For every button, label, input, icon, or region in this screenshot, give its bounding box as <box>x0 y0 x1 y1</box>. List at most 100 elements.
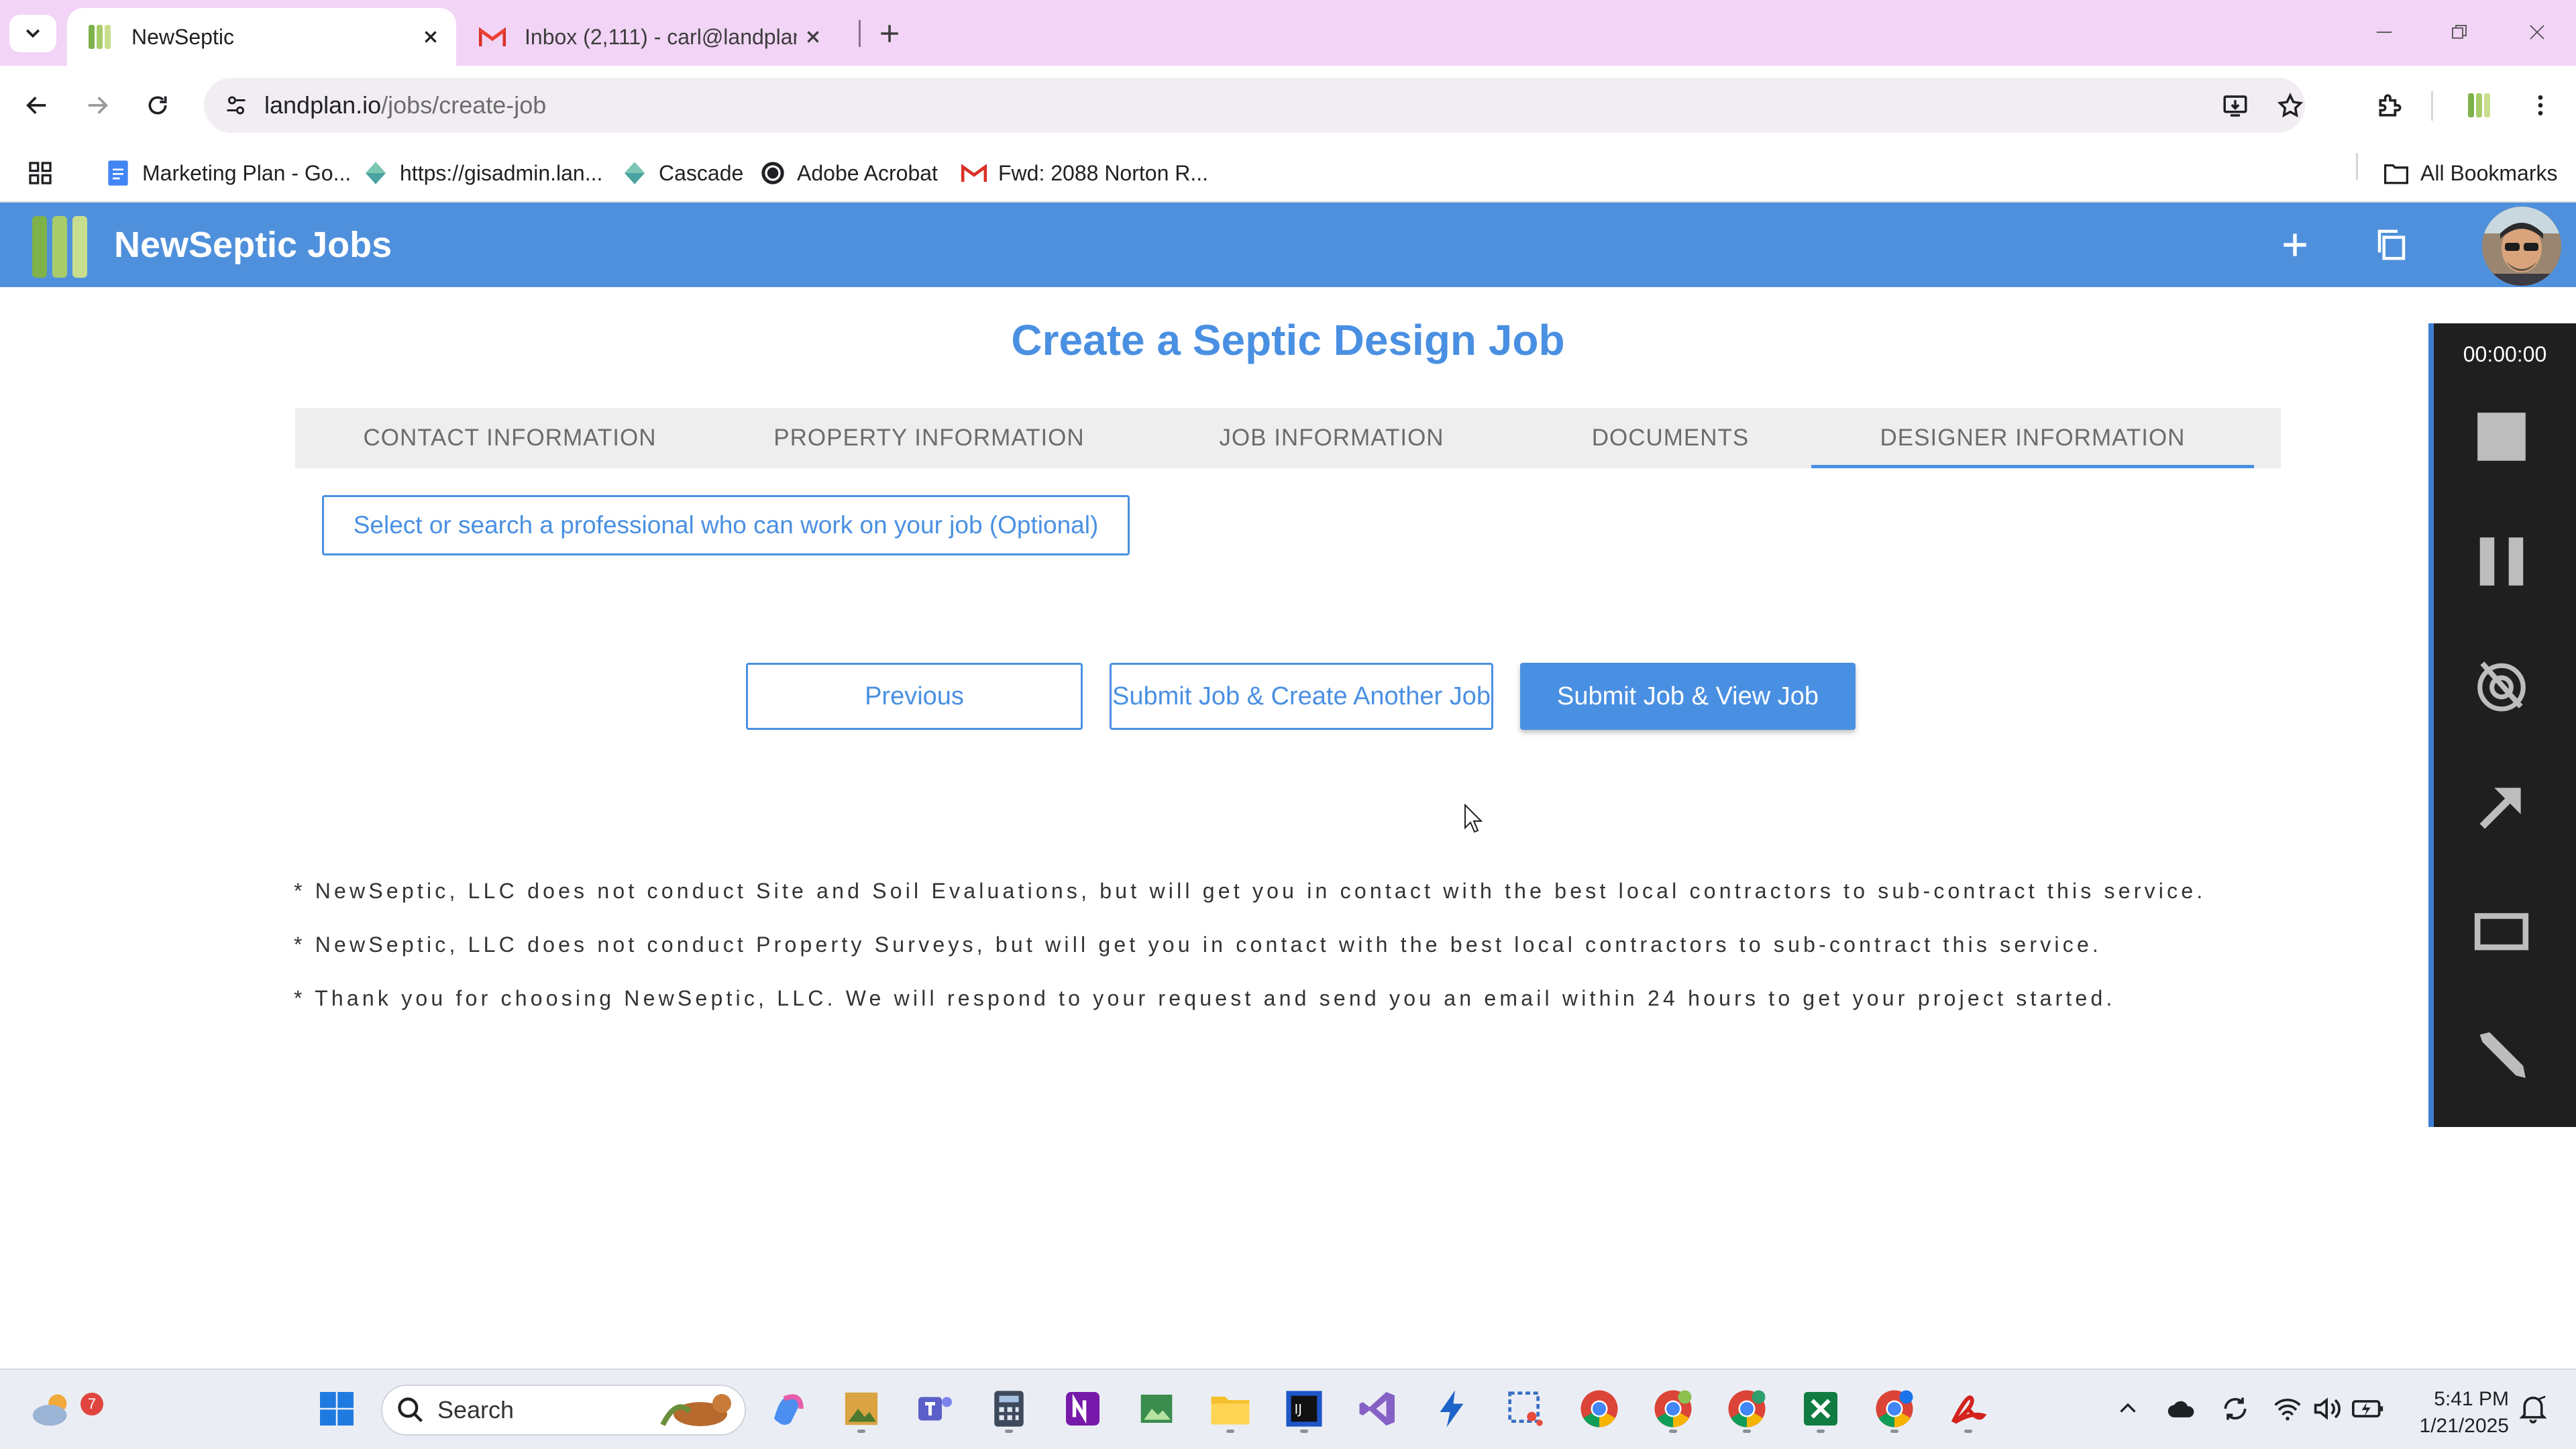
restore-button[interactable] <box>2439 15 2479 50</box>
toggle-camera-button[interactable] <box>2465 648 2538 722</box>
bookmark-label: Fwd: 2088 Norton R... <box>998 160 1209 185</box>
weather-badge: 7 <box>80 1393 103 1415</box>
wifi-tray[interactable] <box>2270 1391 2305 1426</box>
photos-icon <box>1140 1395 1173 1423</box>
rectangle-icon <box>2474 913 2529 951</box>
close-tab-icon[interactable] <box>415 21 447 53</box>
apps-button[interactable] <box>27 154 54 192</box>
close-window-button[interactable] <box>2517 15 2557 50</box>
pen-tool-button[interactable] <box>2465 1017 2538 1091</box>
extensions-button[interactable] <box>2367 82 2414 129</box>
tab-documents[interactable]: DOCUMENTS <box>1529 408 1811 468</box>
camera-off-icon <box>2477 661 2526 712</box>
running-indicator <box>1226 1430 1234 1433</box>
search-highlight-icon <box>660 1394 731 1426</box>
taskbar-chrome-profile-1[interactable] <box>1646 1382 1700 1436</box>
browser-tab-newseptic[interactable]: NewSeptic <box>67 8 456 66</box>
bookmark-adobe-acrobat[interactable]: Adobe Acrobat <box>759 154 938 192</box>
taskbar-onenote[interactable] <box>1056 1382 1110 1436</box>
taskbar-snipping-tool[interactable] <box>1499 1382 1552 1436</box>
notifications-button[interactable] <box>2516 1391 2551 1426</box>
chrome-icon <box>1654 1390 1692 1428</box>
start-button[interactable] <box>310 1382 364 1436</box>
install-app-icon[interactable] <box>2215 86 2255 126</box>
sync-tray[interactable] <box>2218 1391 2253 1426</box>
submit-view-job-button[interactable]: Submit Job & View Job <box>1520 663 1856 730</box>
bookmark-cascade[interactable]: Cascade <box>621 154 743 192</box>
back-button[interactable] <box>13 82 60 129</box>
taskbar-acrobat[interactable] <box>1941 1382 1995 1436</box>
bookmark-label: Cascade <box>659 160 744 185</box>
tab-job-information[interactable]: JOB INFORMATION <box>1134 408 1529 468</box>
minimize-button[interactable] <box>2364 15 2404 50</box>
note-thank-you: * Thank you for choosing NewSeptic, LLC.… <box>294 986 2116 1010</box>
professional-select[interactable]: Select or search a professional who can … <box>322 495 1130 555</box>
close-tab-icon[interactable] <box>797 21 829 53</box>
plus-icon <box>2284 233 2306 256</box>
tab-property-information[interactable]: PROPERTY INFORMATION <box>724 408 1134 468</box>
visual-studio-icon <box>1359 1392 1395 1426</box>
address-bar[interactable]: landplan.io/jobs/create-job <box>204 78 2305 133</box>
bookmark-star-icon[interactable] <box>2270 86 2310 126</box>
taskbar-teams[interactable] <box>908 1382 962 1436</box>
site-info-icon[interactable] <box>216 85 256 125</box>
bookmark-gisadmin[interactable]: https://gisadmin.lan... <box>362 154 602 192</box>
taskbar-chrome[interactable] <box>1572 1382 1626 1436</box>
forward-button[interactable] <box>74 82 121 129</box>
bookmark-fwd-norton[interactable]: Fwd: 2088 Norton R... <box>961 154 1208 192</box>
arrow-left-icon <box>26 97 46 114</box>
new-tab-button[interactable] <box>872 16 907 51</box>
taskbar-excel[interactable] <box>1794 1382 1847 1436</box>
taskbar-chrome-profile-2[interactable] <box>1720 1382 1774 1436</box>
page-title: Create a Septic Design Job <box>1011 316 1565 364</box>
user-avatar[interactable] <box>2482 207 2561 286</box>
add-job-button[interactable] <box>2271 221 2318 268</box>
previous-button[interactable]: Previous <box>746 663 1083 730</box>
screen-recorder-panel: 00:00:00 <box>2428 323 2576 1127</box>
stop-recording-button[interactable] <box>2465 400 2538 474</box>
all-bookmarks-button[interactable]: All Bookmarks <box>2383 154 2558 192</box>
taskbar-calculator[interactable] <box>982 1382 1036 1436</box>
taskbar-chrome-profile-3[interactable] <box>1868 1382 1921 1436</box>
browser-tab-inbox[interactable]: Inbox (2,111) - carl@landplan.io <box>463 8 839 66</box>
windows-taskbar: 7 Search IJ 5:41 PM 1/21/2025 <box>0 1368 2576 1449</box>
bookmark-marketing-plan[interactable]: Marketing Plan - Go... <box>105 154 351 192</box>
taskbar-visual-studio[interactable] <box>1351 1382 1405 1436</box>
taskbar-copilot[interactable] <box>761 1382 814 1436</box>
tab-designer-information[interactable]: DESIGNER INFORMATION <box>1811 408 2254 468</box>
reload-button[interactable] <box>134 82 181 129</box>
running-indicator <box>1300 1430 1308 1433</box>
taskbar-file-explorer[interactable] <box>1203 1382 1257 1436</box>
rectangle-tool-button[interactable] <box>2465 894 2538 967</box>
weather-widget[interactable]: 7 <box>25 1382 103 1436</box>
bookmark-label: Adobe Acrobat <box>797 160 938 185</box>
wifi-icon <box>2274 1398 2301 1421</box>
minimize-icon <box>2376 32 2392 33</box>
onedrive-tray[interactable] <box>2164 1391 2199 1426</box>
tab-contact-information[interactable]: CONTACT INFORMATION <box>295 408 724 468</box>
chrome-icon <box>1728 1390 1766 1428</box>
battery-tray[interactable] <box>2351 1391 2385 1426</box>
newseptic-extension-icon[interactable] <box>2455 82 2502 129</box>
arrow-tool-button[interactable] <box>2465 770 2538 844</box>
taskbar-power-automate[interactable] <box>1425 1382 1479 1436</box>
docs-icon <box>105 160 131 186</box>
volume-tray[interactable] <box>2310 1391 2345 1426</box>
plus-icon <box>881 25 898 42</box>
taskbar-intellij[interactable]: IJ <box>1277 1382 1331 1436</box>
taskbar-photos[interactable] <box>1130 1382 1183 1436</box>
system-clock[interactable]: 5:41 PM 1/21/2025 <box>2402 1386 2509 1440</box>
note-property-surveys: * NewSeptic, LLC does not conduct Proper… <box>294 932 2102 957</box>
submit-create-another-button[interactable]: Submit Job & Create Another Job <box>1110 663 1493 730</box>
browser-menu-button[interactable] <box>2517 82 2564 129</box>
taskbar-app-paint[interactable] <box>835 1382 888 1436</box>
running-indicator <box>1964 1430 1972 1433</box>
tab-title: Inbox (2,111) - carl@landplan.io <box>525 24 797 49</box>
sync-icon <box>2224 1397 2247 1420</box>
taskbar-search[interactable]: Search <box>381 1385 746 1436</box>
tab-search-button[interactable] <box>9 15 56 52</box>
show-hidden-icons-button[interactable] <box>2110 1391 2145 1426</box>
pause-recording-button[interactable] <box>2465 525 2538 598</box>
apps-grid-icon <box>29 162 52 184</box>
duplicate-button[interactable] <box>2368 221 2415 268</box>
